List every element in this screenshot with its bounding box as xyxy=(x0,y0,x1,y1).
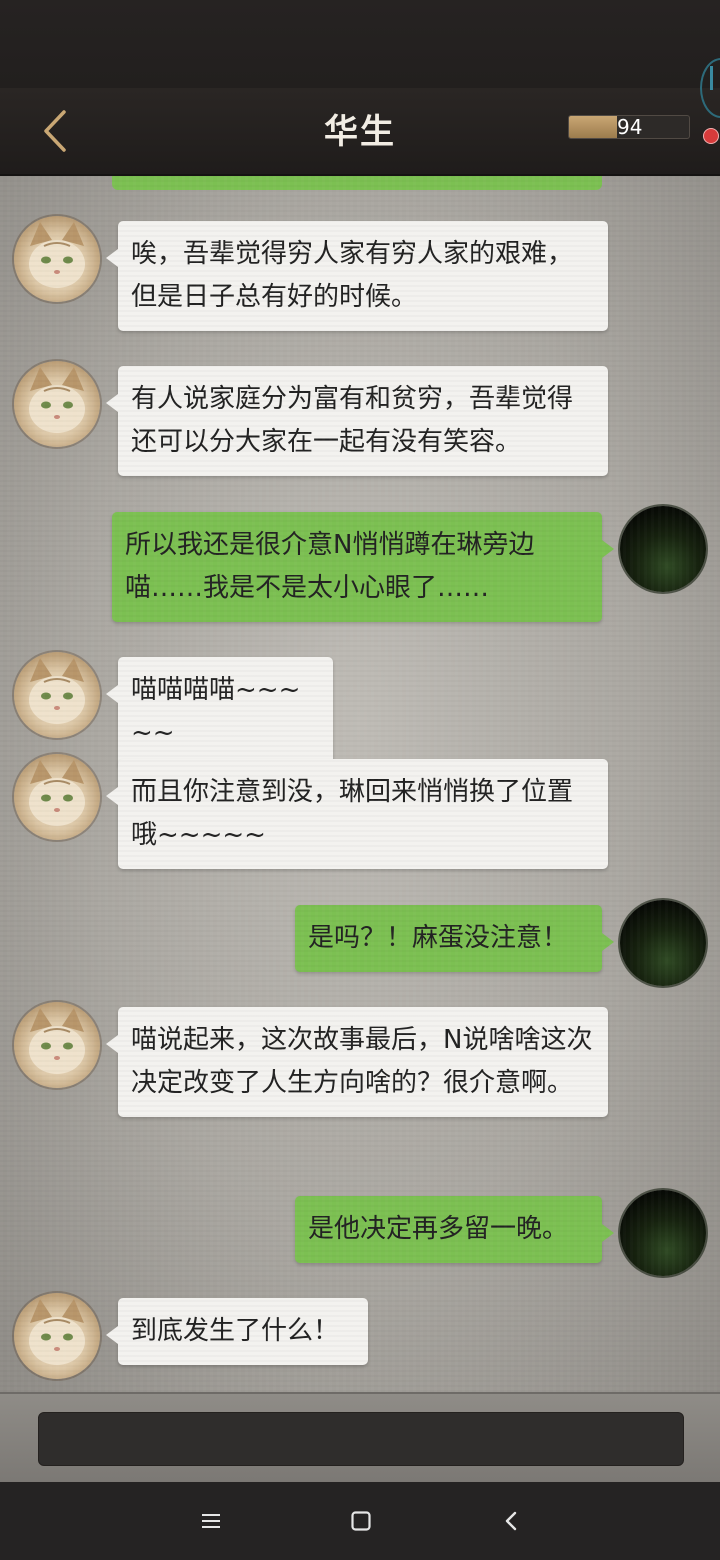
cat-face-icon xyxy=(29,1299,85,1365)
affection-meter-value: 94 xyxy=(617,115,643,139)
nav-back-button[interactable] xyxy=(488,1498,534,1544)
message-bubble-received: 到底发生了什么！ xyxy=(106,1298,368,1365)
message-bubble-received: 有人说家庭分为富有和贫穷，吾辈觉得还可以分大家在一起有没有笑容。 xyxy=(106,366,608,476)
cat-face-icon xyxy=(29,222,85,288)
home-square-icon xyxy=(351,1511,371,1531)
back-triangle-icon xyxy=(505,1511,517,1531)
chat-header: 华生 94 xyxy=(0,88,720,176)
input-area xyxy=(0,1392,720,1484)
system-nav-bar xyxy=(0,1482,720,1560)
cat-avatar[interactable] xyxy=(14,652,100,738)
nav-menu-button[interactable] xyxy=(188,1498,234,1544)
cat-avatar[interactable] xyxy=(14,754,100,840)
cat-face-icon xyxy=(29,658,85,724)
message-bubble-sent: 是他决定再多留一晚。 xyxy=(295,1196,614,1263)
notification-dot xyxy=(703,128,719,144)
message-bubble-sent: 是吗？！麻蛋没注意！ xyxy=(295,905,614,972)
chat-area[interactable]: 唉，吾辈觉得穷人家有穷人家的艰难，但是日子总有好的时候。 有人说家庭分为富有和贫… xyxy=(0,176,720,1392)
message-bubble-sent: 所以我还是很介意N悄悄蹲在琳旁边喵……我是不是太小心眼了…… xyxy=(112,512,614,622)
status-bar xyxy=(0,0,720,88)
side-floating-icon xyxy=(710,66,713,90)
nav-home-button[interactable] xyxy=(338,1498,384,1544)
user-avatar[interactable] xyxy=(620,900,706,986)
message-bubble-received: 而且你注意到没，琳回来悄悄换了位置哦~~~~~ xyxy=(106,759,608,869)
cat-avatar[interactable] xyxy=(14,361,100,447)
menu-icon xyxy=(202,1514,220,1528)
affection-meter-fill xyxy=(569,116,617,138)
cat-avatar[interactable] xyxy=(14,216,100,302)
previous-message-bubble xyxy=(112,176,602,190)
affection-meter: 94 xyxy=(568,115,690,139)
user-avatar[interactable] xyxy=(620,506,706,592)
message-bubble-received: 喵喵喵喵~~~~~ xyxy=(106,657,333,767)
cat-avatar[interactable] xyxy=(14,1293,100,1379)
message-bubble-received: 唉，吾辈觉得穷人家有穷人家的艰难，但是日子总有好的时候。 xyxy=(106,221,608,331)
cat-face-icon xyxy=(29,1008,85,1074)
cat-face-icon xyxy=(29,760,85,826)
user-avatar[interactable] xyxy=(620,1190,706,1276)
cat-face-icon xyxy=(29,367,85,433)
message-bubble-received: 喵说起来，这次故事最后，N说啥啥这次决定改变了人生方向啥的？很介意啊。 xyxy=(106,1007,608,1117)
message-input[interactable] xyxy=(38,1412,684,1466)
cat-avatar[interactable] xyxy=(14,1002,100,1088)
